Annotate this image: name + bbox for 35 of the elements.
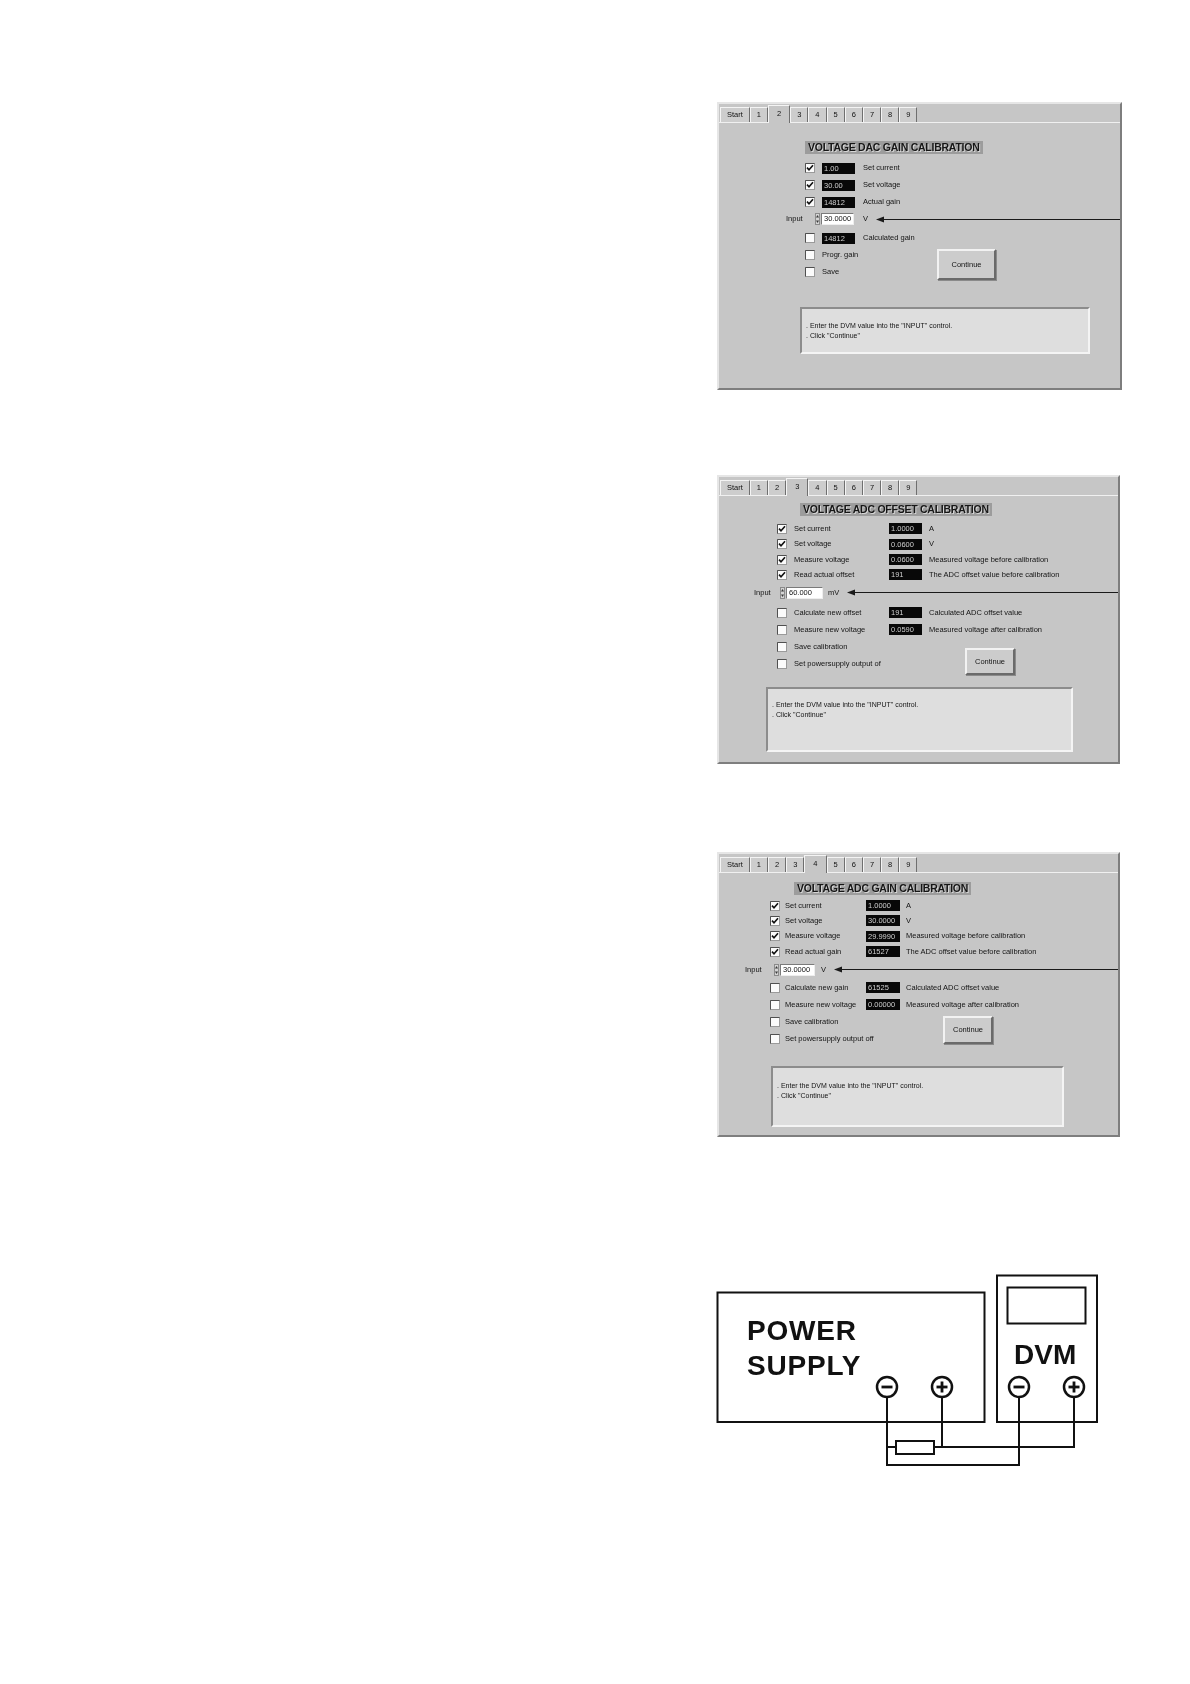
checkbox[interactable] [805, 233, 815, 243]
checkbox[interactable] [777, 569, 787, 580]
checkbox[interactable] [777, 608, 787, 618]
section-title: VOLTAGE ADC GAIN CALIBRATION [794, 882, 972, 895]
checkbox[interactable] [777, 523, 787, 534]
spinner-icon[interactable] [780, 587, 785, 599]
section-title: VOLTAGE ADC OFFSET CALIBRATION [800, 503, 992, 516]
checkbox[interactable] [770, 900, 780, 911]
checkbox[interactable] [770, 946, 780, 957]
minus-terminal-icon [875, 1375, 899, 1399]
minus-terminal-icon [1007, 1375, 1031, 1399]
checkbox[interactable] [770, 1034, 780, 1044]
checkbox[interactable] [777, 659, 787, 669]
checkbox[interactable] [805, 163, 815, 173]
checkbox[interactable] [770, 983, 780, 993]
checkbox[interactable] [777, 539, 787, 550]
checkbox[interactable] [770, 1017, 780, 1027]
checkbox[interactable] [777, 642, 787, 652]
dvm-label: DVM [1014, 1339, 1077, 1370]
checkbox[interactable] [805, 267, 815, 277]
checkbox[interactable] [805, 180, 815, 190]
plus-terminal-icon [1062, 1375, 1086, 1399]
checkbox[interactable] [770, 1000, 780, 1010]
checkbox[interactable] [805, 197, 815, 207]
resistor [895, 1440, 935, 1455]
checkbox[interactable] [777, 625, 787, 635]
section-title: VOLTAGE DAC GAIN CALIBRATION [805, 141, 983, 154]
plus-terminal-icon [930, 1375, 954, 1399]
checkbox[interactable] [770, 915, 780, 926]
checkbox[interactable] [805, 250, 815, 260]
spinner-icon[interactable] [774, 964, 779, 976]
power-supply-label: POWER SUPPLY [747, 1315, 862, 1381]
checkbox[interactable] [777, 554, 787, 565]
spinner-icon[interactable] [815, 213, 820, 225]
checkbox[interactable] [770, 931, 780, 942]
